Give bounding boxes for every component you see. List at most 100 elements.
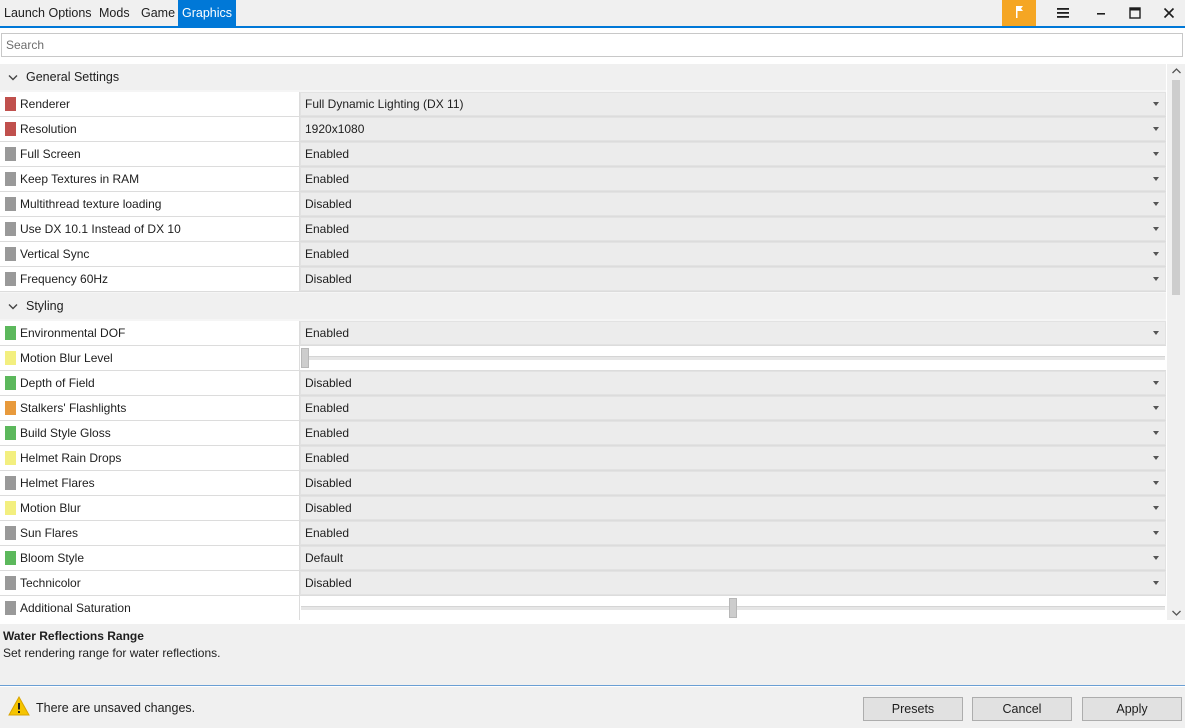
setting-row-technicolor: Technicolor Disabled: [0, 571, 1166, 596]
menu-icon: [1057, 8, 1069, 18]
impact-color-swatch: [5, 172, 16, 186]
dropdown-value: Disabled: [305, 501, 352, 515]
setting-name: Additional Saturation: [20, 601, 131, 615]
setting-name: Resolution: [20, 122, 77, 136]
dropdown-value: Disabled: [305, 576, 352, 590]
setting-name: Full Screen: [20, 147, 81, 161]
apply-button[interactable]: Apply: [1082, 697, 1182, 721]
impact-color-swatch: [5, 351, 16, 365]
dropdown-value: Enabled: [305, 222, 350, 236]
dropdown-arrow-icon[interactable]: [1153, 177, 1159, 181]
setting-dropdown[interactable]: Enabled: [300, 142, 1166, 166]
dropdown-arrow-icon[interactable]: [1153, 481, 1159, 485]
setting-dropdown[interactable]: Full Dynamic Lighting (DX 11): [300, 92, 1166, 116]
vertical-scrollbar[interactable]: [1167, 64, 1185, 620]
maximize-button[interactable]: [1118, 0, 1152, 26]
presets-button[interactable]: Presets: [863, 697, 963, 721]
scroll-up-button[interactable]: [1167, 64, 1185, 78]
minimize-icon: [1097, 13, 1105, 15]
dropdown-arrow-icon[interactable]: [1153, 252, 1159, 256]
setting-dropdown[interactable]: Enabled: [300, 421, 1166, 445]
setting-row-vertical-sync: Vertical Sync Enabled: [0, 242, 1166, 267]
minimize-button[interactable]: [1084, 0, 1118, 26]
category-header[interactable]: Styling: [0, 293, 1166, 319]
setting-dropdown[interactable]: Disabled: [300, 571, 1166, 595]
flag-button[interactable]: [1002, 0, 1036, 26]
dropdown-value: Default: [305, 551, 344, 565]
dropdown-arrow-icon[interactable]: [1153, 581, 1159, 585]
tab-graphics[interactable]: Graphics: [178, 0, 236, 26]
description-text: Set rendering range for water reflection…: [3, 646, 221, 660]
dropdown-arrow-icon[interactable]: [1153, 227, 1159, 231]
setting-dropdown[interactable]: 1920x1080: [300, 117, 1166, 141]
impact-color-swatch: [5, 222, 16, 236]
dropdown-value: Disabled: [305, 476, 352, 490]
setting-dropdown[interactable]: Disabled: [300, 267, 1166, 291]
cancel-button[interactable]: Cancel: [972, 697, 1072, 721]
impact-color-swatch: [5, 122, 16, 136]
scroll-down-button[interactable]: [1167, 606, 1185, 620]
impact-color-swatch: [5, 576, 16, 590]
slider-track[interactable]: [301, 356, 1165, 360]
search-input[interactable]: [1, 33, 1183, 57]
tab-game[interactable]: Game: [137, 0, 179, 26]
setting-dropdown[interactable]: Enabled: [300, 321, 1166, 345]
setting-dropdown[interactable]: Disabled: [300, 471, 1166, 495]
description-title: Water Reflections Range: [3, 629, 144, 643]
setting-slider[interactable]: [300, 596, 1166, 620]
setting-slider[interactable]: [300, 346, 1166, 370]
impact-color-swatch: [5, 501, 16, 515]
setting-dropdown[interactable]: Default: [300, 546, 1166, 570]
setting-dropdown[interactable]: Enabled: [300, 521, 1166, 545]
setting-row-environmental-dof: Environmental DOF Enabled: [0, 321, 1166, 346]
dropdown-arrow-icon[interactable]: [1153, 431, 1159, 435]
setting-name: Depth of Field: [20, 376, 95, 390]
setting-name: Motion Blur: [20, 501, 81, 515]
dropdown-arrow-icon[interactable]: [1153, 506, 1159, 510]
dropdown-arrow-icon[interactable]: [1153, 152, 1159, 156]
slider-thumb[interactable]: [729, 598, 737, 618]
impact-color-swatch: [5, 197, 16, 211]
dropdown-value: Enabled: [305, 451, 350, 465]
setting-name: Helmet Rain Drops: [20, 451, 122, 465]
dropdown-arrow-icon[interactable]: [1153, 277, 1159, 281]
chevron-down-icon[interactable]: [0, 74, 26, 81]
setting-dropdown[interactable]: Enabled: [300, 446, 1166, 470]
setting-row-motion-blur-level: Motion Blur Level: [0, 346, 1166, 371]
setting-dropdown[interactable]: Disabled: [300, 192, 1166, 216]
setting-dropdown[interactable]: Enabled: [300, 167, 1166, 191]
dropdown-arrow-icon[interactable]: [1153, 531, 1159, 535]
setting-dropdown[interactable]: Enabled: [300, 217, 1166, 241]
dropdown-arrow-icon[interactable]: [1153, 406, 1159, 410]
dropdown-arrow-icon[interactable]: [1153, 381, 1159, 385]
impact-color-swatch: [5, 326, 16, 340]
chevron-down-icon[interactable]: [0, 303, 26, 310]
setting-row-use-dx-10-1-instead-of-dx-10: Use DX 10.1 Instead of DX 10 Enabled: [0, 217, 1166, 242]
dropdown-value: 1920x1080: [305, 122, 365, 136]
setting-dropdown[interactable]: Enabled: [300, 242, 1166, 266]
dropdown-arrow-icon[interactable]: [1153, 456, 1159, 460]
category-header[interactable]: General Settings: [0, 64, 1166, 90]
dropdown-value: Disabled: [305, 376, 352, 390]
dropdown-value: Enabled: [305, 401, 350, 415]
property-grid: General Settings Renderer Full Dynamic Lig…: [0, 64, 1166, 620]
dropdown-arrow-icon[interactable]: [1153, 556, 1159, 560]
setting-row-bloom-style: Bloom Style Default: [0, 546, 1166, 571]
setting-dropdown[interactable]: Disabled: [300, 371, 1166, 395]
dropdown-arrow-icon[interactable]: [1153, 202, 1159, 206]
dropdown-arrow-icon[interactable]: [1153, 127, 1159, 131]
dropdown-arrow-icon[interactable]: [1153, 102, 1159, 106]
dropdown-arrow-icon[interactable]: [1153, 331, 1159, 335]
tab-launch-options[interactable]: Launch Options: [0, 0, 96, 26]
scroll-thumb[interactable]: [1172, 80, 1180, 295]
setting-name: Motion Blur Level: [20, 351, 113, 365]
slider-thumb[interactable]: [301, 348, 309, 368]
menu-button[interactable]: [1046, 0, 1080, 26]
close-button[interactable]: [1152, 0, 1185, 26]
setting-name: Helmet Flares: [20, 476, 95, 490]
impact-color-swatch: [5, 247, 16, 261]
impact-color-swatch: [5, 476, 16, 490]
tab-mods[interactable]: Mods: [95, 0, 134, 26]
setting-dropdown[interactable]: Enabled: [300, 396, 1166, 420]
setting-dropdown[interactable]: Disabled: [300, 496, 1166, 520]
